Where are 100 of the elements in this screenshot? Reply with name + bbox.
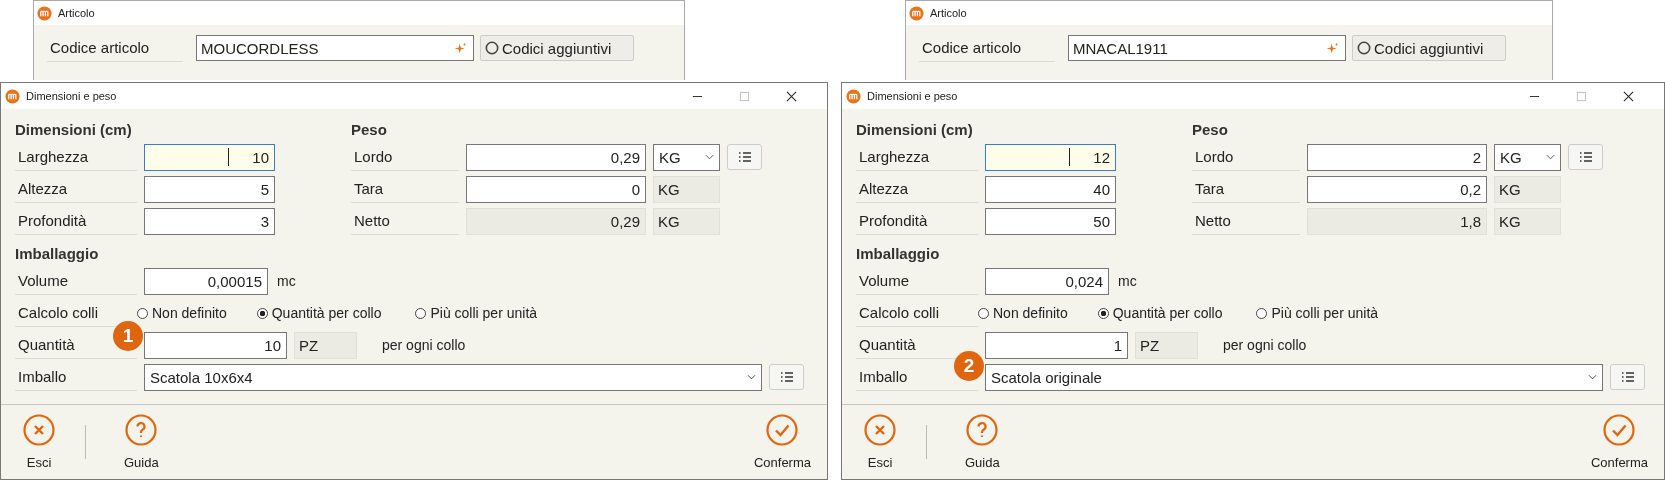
unit-label: mc <box>277 273 296 289</box>
close-icon <box>23 414 55 446</box>
unit-label: KG <box>1494 207 1561 235</box>
readonly-field: 0,29 <box>466 207 646 235</box>
close-icon[interactable] <box>786 90 797 102</box>
dimension-field[interactable]: 12 <box>985 143 1116 171</box>
footer-button[interactable]: Conferma <box>753 414 811 470</box>
field-label: Imballo <box>18 368 67 385</box>
weight-field[interactable]: 0,29 <box>466 143 646 171</box>
packing-dropdown[interactable]: Scatola originale <box>985 363 1603 391</box>
extra-codes-button[interactable]: Codici aggiuntivi <box>1352 35 1506 61</box>
unit-label: KG <box>653 207 720 235</box>
field-label: Larghezza <box>15 143 137 171</box>
field-label: Larghezza <box>856 143 978 171</box>
window-title: Dimensioni e peso <box>867 90 958 102</box>
radio-option[interactable]: Non definito <box>978 305 1068 321</box>
help-icon <box>125 414 158 446</box>
field-label: Tara <box>351 175 459 203</box>
weight-field[interactable]: 0 <box>466 175 646 203</box>
chevron-icon <box>747 374 756 380</box>
field-label: Codice articolo <box>47 34 183 62</box>
section-heading: Imballaggio <box>856 244 940 263</box>
article-code-field[interactable]: MOUCORDLESS <box>196 35 474 61</box>
unit-label: PZ <box>294 331 357 359</box>
weight-field[interactable]: 2 <box>1307 143 1487 171</box>
radio-button[interactable] <box>415 307 427 319</box>
footer-button[interactable]: Conferma <box>1590 414 1648 470</box>
app-logo-icon <box>37 5 52 21</box>
volume-field[interactable]: 0,00015 <box>144 267 268 295</box>
field-label: Lordo <box>351 143 459 171</box>
maximize-icon <box>1576 90 1587 102</box>
text-cursor <box>228 148 229 166</box>
list-button[interactable] <box>1568 144 1603 170</box>
extra-codes-button[interactable]: Codici aggiuntivi <box>480 35 634 61</box>
radio-button[interactable] <box>1097 307 1109 319</box>
maximize-icon <box>739 90 750 102</box>
window-title: Dimensioni e peso <box>26 90 117 102</box>
checkmark-icon <box>1603 414 1636 446</box>
unit-dropdown[interactable]: KG <box>1494 143 1561 171</box>
dimension-field[interactable]: 10 <box>144 143 275 171</box>
radio-button[interactable] <box>256 307 268 319</box>
radio-button[interactable] <box>137 307 148 319</box>
unit-label: KG <box>653 175 720 203</box>
section-heading: Dimensioni (cm) <box>856 120 973 139</box>
radio-option[interactable]: Quantità per collo <box>1097 305 1223 321</box>
list-icon <box>1578 151 1593 163</box>
unit-label: mc <box>1118 273 1137 289</box>
window-title: Articolo <box>930 7 967 19</box>
radio-option[interactable]: Più colli per unità <box>415 305 538 321</box>
radio-option[interactable]: Non definito <box>137 305 227 321</box>
window-title: Articolo <box>58 7 95 19</box>
radio-button[interactable] <box>1256 307 1268 319</box>
close-icon[interactable] <box>1623 90 1634 102</box>
field-label: Codice articolo <box>919 34 1055 62</box>
dimension-field[interactable]: 50 <box>985 207 1116 235</box>
footer-button[interactable]: Guida <box>965 414 1000 470</box>
weight-field[interactable]: 0,2 <box>1307 175 1487 203</box>
unit-label: KG <box>1494 175 1561 203</box>
quantity-field[interactable]: 10 <box>144 331 287 359</box>
field-label: Volume <box>856 267 978 295</box>
field-suffix: per ogni collo <box>1223 337 1307 353</box>
section-heading: Peso <box>1192 120 1228 139</box>
close-icon <box>864 414 896 446</box>
footer-button[interactable]: Guida <box>124 414 159 470</box>
sparkle-icon[interactable] <box>1326 41 1339 55</box>
field-label: Altezza <box>15 175 137 203</box>
field-label: Lordo <box>1192 143 1300 171</box>
radio-option[interactable]: Quantità per collo <box>256 305 382 321</box>
dimension-field[interactable]: 5 <box>144 175 275 203</box>
field-label: Calcolo colli <box>856 299 978 327</box>
footer-button[interactable]: Esci <box>23 414 55 470</box>
readonly-field: 1,8 <box>1307 207 1487 235</box>
app-logo-icon <box>846 88 861 104</box>
list-icon <box>1620 371 1635 383</box>
field-label: Tara <box>1192 175 1300 203</box>
dimension-field[interactable]: 40 <box>985 175 1116 203</box>
sparkle-icon[interactable] <box>454 41 467 55</box>
quantity-field[interactable]: 1 <box>985 331 1128 359</box>
article-code-field[interactable]: MNACAL1911 <box>1068 35 1346 61</box>
section-heading: Peso <box>351 120 387 139</box>
volume-field[interactable]: 0,024 <box>985 267 1109 295</box>
app-logo-icon <box>5 88 20 104</box>
list-button[interactable] <box>1610 364 1645 390</box>
chevron-icon <box>1588 374 1597 380</box>
list-button[interactable] <box>727 144 762 170</box>
radio-button[interactable] <box>978 307 989 319</box>
app-logo-icon <box>909 5 924 21</box>
list-button[interactable] <box>769 364 804 390</box>
field-label: Netto <box>351 207 459 235</box>
unit-dropdown[interactable]: KG <box>653 143 720 171</box>
step-badge: 1 <box>113 321 143 351</box>
field-label: Imballo <box>859 368 908 385</box>
field-label: Quantità <box>859 336 916 353</box>
text-cursor <box>1069 148 1070 166</box>
field-label: Profondità <box>856 207 978 235</box>
radio-option[interactable]: Più colli per unità <box>1256 305 1379 321</box>
packing-dropdown[interactable]: Scatola 10x6x4 <box>144 363 762 391</box>
footer-button[interactable]: Esci <box>864 414 896 470</box>
field-label: Altezza <box>856 175 978 203</box>
dimension-field[interactable]: 3 <box>144 207 275 235</box>
